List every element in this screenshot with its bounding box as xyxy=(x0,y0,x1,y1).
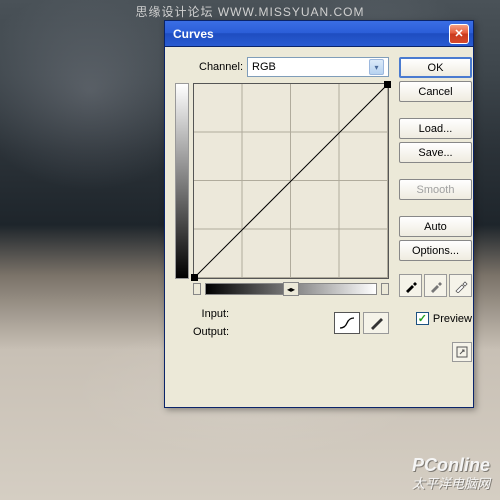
expand-icon xyxy=(456,346,468,358)
curve-point-highlight[interactable] xyxy=(384,81,391,88)
channel-label: Channel: xyxy=(199,61,243,73)
eyedropper-icon xyxy=(429,279,443,293)
close-button[interactable]: ✕ xyxy=(449,24,469,44)
eyedropper-gray[interactable] xyxy=(424,274,447,297)
channel-select[interactable]: RGB ▾ xyxy=(247,57,389,77)
channel-value: RGB xyxy=(252,61,276,73)
auto-button[interactable]: Auto xyxy=(399,216,472,237)
preview-label: Preview xyxy=(433,313,472,325)
pencil-icon xyxy=(369,316,383,330)
gradient-handle[interactable]: ◂▸ xyxy=(283,282,299,296)
preview-checkbox[interactable]: ✓ xyxy=(416,312,429,325)
close-icon: ✕ xyxy=(454,27,463,40)
options-button[interactable]: Options... xyxy=(399,240,472,261)
eyedropper-white[interactable] xyxy=(449,274,472,297)
horizontal-gradient[interactable]: ◂▸ xyxy=(205,283,377,295)
titlebar[interactable]: Curves ✕ xyxy=(165,21,473,47)
save-button[interactable]: Save... xyxy=(399,142,472,163)
curve-line xyxy=(194,84,388,278)
pencil-mode-button[interactable] xyxy=(363,312,389,334)
expand-button[interactable] xyxy=(452,342,472,362)
curve-point-shadow[interactable] xyxy=(191,274,198,281)
eyedropper-black[interactable] xyxy=(399,274,422,297)
curve-grid[interactable] xyxy=(193,83,389,279)
dialog-title: Curves xyxy=(173,27,449,41)
gradient-cap-right xyxy=(381,283,389,295)
eyedropper-icon xyxy=(454,279,468,293)
load-button[interactable]: Load... xyxy=(399,118,472,139)
curves-dialog: Curves ✕ Channel: RGB ▾ xyxy=(164,20,474,408)
curve-mode-button[interactable] xyxy=(334,312,360,334)
eyedropper-icon xyxy=(404,279,418,293)
vertical-gradient xyxy=(175,83,189,279)
curve-icon xyxy=(339,316,355,330)
output-label: Output: xyxy=(193,323,229,341)
smooth-button: Smooth xyxy=(399,179,472,200)
input-label: Input: xyxy=(193,305,229,323)
chevron-down-icon: ▾ xyxy=(369,59,384,75)
watermark-bottom: PConline 太平洋电脑网 xyxy=(412,455,490,492)
ok-button[interactable]: OK xyxy=(399,57,472,78)
watermark-top: 思缘设计论坛 WWW.MISSYUAN.COM xyxy=(0,3,500,20)
gradient-cap-left xyxy=(193,283,201,295)
cancel-button[interactable]: Cancel xyxy=(399,81,472,102)
